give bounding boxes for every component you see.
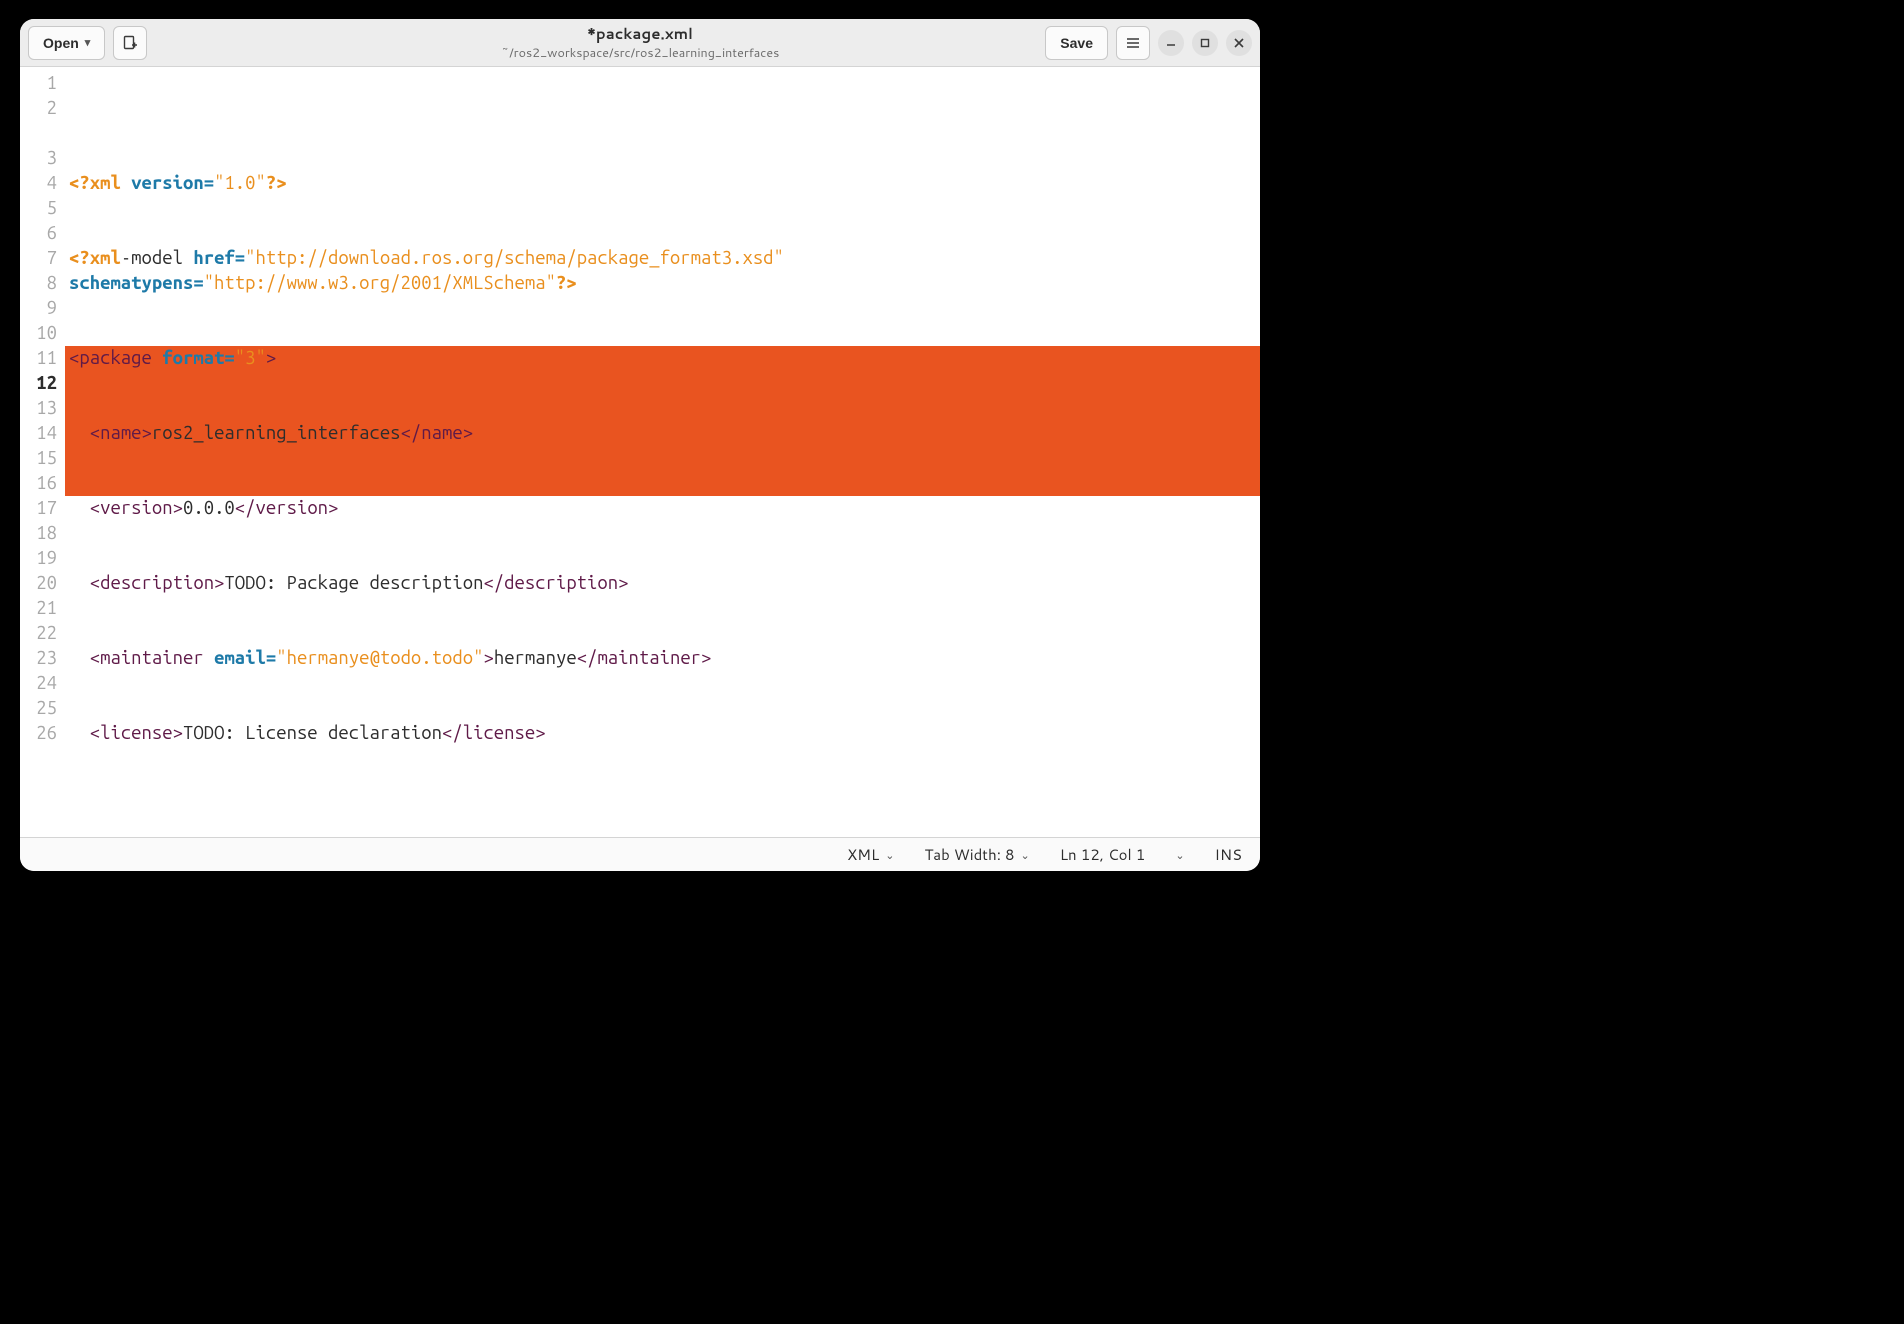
close-button[interactable]: [1226, 30, 1252, 56]
line-number-gutter: 1234567891011121314151617181920212223242…: [20, 67, 65, 837]
chevron-down-icon: ⌄: [1021, 847, 1030, 863]
tab-width-label: Tab Width: 8: [924, 844, 1014, 865]
maximize-icon: [1200, 38, 1210, 48]
titlebar: Open ▾ *package.xml ~/ros2_workspace/src…: [20, 19, 1260, 67]
open-label: Open: [43, 35, 79, 51]
insert-mode-toggle[interactable]: INS: [1215, 844, 1242, 865]
chevron-down-icon: ▾: [85, 36, 91, 49]
minimize-icon: [1166, 38, 1176, 48]
position-label: Ln 12, Col 1: [1060, 844, 1146, 865]
new-document-icon: [122, 35, 138, 51]
close-icon: [1234, 38, 1244, 48]
goto-line[interactable]: ⌄: [1175, 847, 1184, 863]
insert-mode-label: INS: [1215, 844, 1242, 865]
open-button[interactable]: Open ▾: [28, 26, 105, 60]
language-label: XML: [847, 844, 879, 865]
maximize-button[interactable]: [1192, 30, 1218, 56]
statusbar: XML ⌄ Tab Width: 8 ⌄ Ln 12, Col 1 ⌄ INS: [20, 837, 1260, 871]
code-content[interactable]: <?xml version="1.0"?> <?xml-model href="…: [65, 67, 1260, 837]
editor-area[interactable]: 1234567891011121314151617181920212223242…: [20, 67, 1260, 837]
editor-window: Open ▾ *package.xml ~/ros2_workspace/src…: [20, 19, 1260, 871]
minimize-button[interactable]: [1158, 30, 1184, 56]
chevron-down-icon: ⌄: [1175, 847, 1184, 863]
chevron-down-icon: ⌄: [885, 847, 894, 863]
language-selector[interactable]: XML ⌄: [847, 844, 894, 865]
tab-width-selector[interactable]: Tab Width: 8 ⌄: [924, 844, 1029, 865]
save-button[interactable]: Save: [1045, 26, 1108, 60]
new-tab-button[interactable]: [113, 26, 147, 60]
menu-button[interactable]: [1116, 26, 1150, 60]
hamburger-icon: [1125, 35, 1141, 51]
cursor-position[interactable]: Ln 12, Col 1: [1060, 844, 1146, 865]
